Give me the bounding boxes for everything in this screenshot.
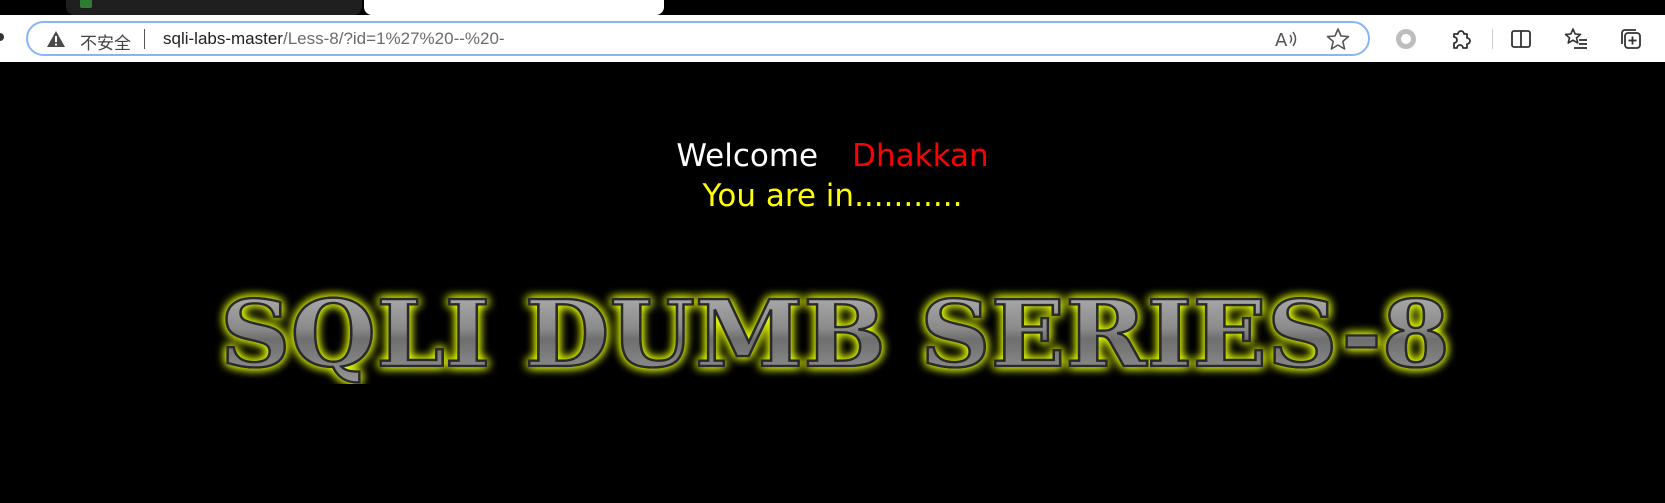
security-label[interactable]: 不安全 bbox=[80, 29, 131, 54]
tab-active[interactable] bbox=[364, 0, 664, 15]
welcome-label: Welcome bbox=[676, 138, 819, 174]
svg-text:A: A bbox=[1275, 30, 1288, 51]
favorites-icon[interactable] bbox=[1562, 25, 1590, 53]
tab-previous[interactable] bbox=[66, 0, 362, 15]
status-message: You are in........... bbox=[702, 178, 963, 214]
favorite-star-icon[interactable] bbox=[1325, 27, 1351, 51]
welcome-line: Welcome Dhakkan bbox=[0, 138, 1665, 174]
read-aloud-icon[interactable]: A bbox=[1273, 27, 1299, 51]
tab-favicon-icon bbox=[80, 0, 92, 8]
page-content: Welcome Dhakkan You are in........... SQ… bbox=[0, 62, 1665, 503]
collections-icon[interactable] bbox=[1617, 25, 1645, 53]
browser-toolbar: 不安全 sqli-labs-master/Less-8/?id=1%27%20-… bbox=[0, 15, 1665, 62]
series-banner: SQLI DUMB SERIES-8 bbox=[219, 284, 1452, 384]
tab-strip bbox=[0, 0, 1665, 15]
address-divider bbox=[144, 29, 145, 49]
address-bar[interactable]: 不安全 sqli-labs-master/Less-8/?id=1%27%20-… bbox=[26, 21, 1370, 56]
user-name: Dhakkan bbox=[852, 138, 989, 174]
url-text[interactable]: sqli-labs-master/Less-8/?id=1%27%20--%20… bbox=[163, 29, 505, 49]
url-path: /Less-8/?id=1%27%20--%20- bbox=[282, 29, 505, 48]
toolbar-divider bbox=[1492, 29, 1493, 49]
banner-title: SQLI DUMB SERIES-8 bbox=[220, 284, 1450, 384]
warning-icon[interactable] bbox=[46, 30, 66, 48]
extensions-icon[interactable] bbox=[1446, 25, 1474, 53]
split-screen-icon[interactable] bbox=[1507, 25, 1535, 53]
url-host: sqli-labs-master bbox=[163, 29, 283, 48]
extension-dot-icon[interactable] bbox=[1392, 25, 1420, 53]
menu-dot-icon bbox=[0, 33, 4, 41]
